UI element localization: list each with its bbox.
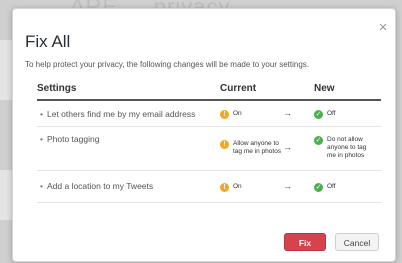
close-icon[interactable]: × — [377, 20, 389, 35]
current-status: ! Allow anyone to tag me in photos — [220, 140, 282, 156]
new-value: Off — [327, 110, 336, 117]
bullet: • — [40, 134, 43, 144]
warning-icon: ! — [220, 110, 229, 119]
header-current: Current — [220, 83, 257, 94]
warning-icon: ! — [220, 140, 229, 149]
table-row: • Let others find me by my email address … — [37, 101, 381, 127]
background-page-fragment — [0, 40, 12, 100]
setting-label: • Let others find me by my email address — [40, 109, 195, 119]
bullet: • — [40, 181, 43, 191]
cancel-button[interactable]: Cancel — [335, 233, 379, 251]
setting-label-text: Add a location to my Tweets — [46, 181, 154, 191]
background-page-fragment — [0, 170, 12, 220]
bullet: • — [40, 109, 43, 119]
current-value: On — [233, 110, 242, 117]
header-new: New — [314, 83, 335, 94]
table-row: • Photo tagging ! Allow anyone to tag me … — [37, 127, 381, 171]
new-value: Do not allow anyone to tag me in photos — [327, 136, 367, 159]
fix-button[interactable]: Fix — [284, 233, 326, 251]
warning-icon: ! — [220, 183, 229, 192]
current-value: Allow anyone to tag me in photos — [233, 140, 282, 155]
header-settings: Settings — [37, 83, 77, 94]
setting-label: • Add a location to my Tweets — [40, 181, 153, 191]
setting-label-text: Let others find me by my email address — [46, 109, 196, 119]
table-header: Settings Current New — [37, 81, 381, 101]
setting-label: • Photo tagging — [40, 134, 99, 144]
current-status: ! On — [220, 183, 242, 192]
arrow-right-icon: → — [283, 142, 292, 152]
dialog-title: Fix All — [25, 32, 71, 51]
new-status: ✓ Do not allow anyone to tag me in photo… — [314, 136, 376, 160]
current-status: ! On — [220, 110, 242, 119]
check-icon: ✓ — [314, 110, 323, 119]
arrow-right-icon: → — [283, 108, 292, 118]
current-value: On — [233, 183, 242, 190]
setting-label-text: Photo tagging — [46, 134, 100, 144]
new-status: ✓ Off — [314, 183, 336, 192]
new-status: ✓ Off — [314, 110, 336, 119]
new-value: Off — [327, 183, 336, 190]
dialog-subtitle: To help protect your privacy, the follow… — [25, 60, 309, 69]
table-row: • Add a location to my Tweets ! On → ✓ Of… — [37, 171, 381, 203]
settings-table: Settings Current New • Let others find me… — [37, 81, 381, 203]
check-icon: ✓ — [314, 183, 323, 192]
arrow-right-icon: → — [283, 181, 292, 191]
fix-all-dialog: × Fix All To help protect your privacy, … — [12, 8, 396, 262]
check-icon: ✓ — [314, 136, 323, 145]
